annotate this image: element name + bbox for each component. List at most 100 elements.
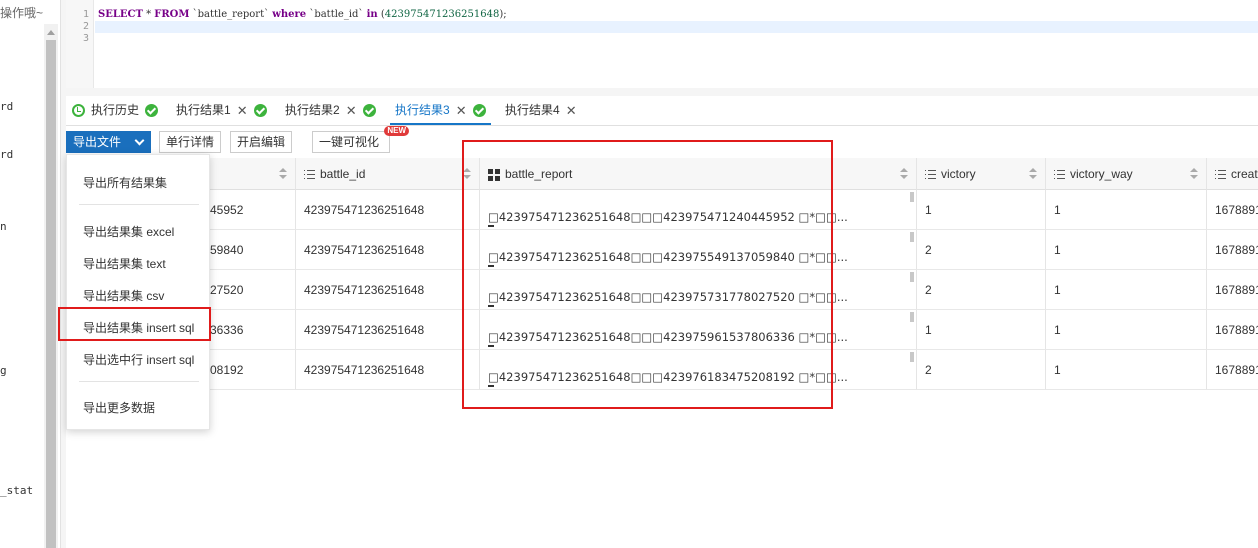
cell-scroll-indicator[interactable] [910, 312, 914, 322]
menu-divider [79, 204, 199, 205]
table-cell-victory[interactable]: 2 [917, 350, 1046, 390]
column-header-victory-way[interactable]: victory_way [1046, 158, 1207, 190]
cell-value: 08192 [210, 363, 244, 377]
visualize-button[interactable]: 一键可视化 NEW [312, 126, 409, 153]
success-icon [145, 104, 159, 118]
tab-label: 执行结果2 [285, 103, 340, 117]
tree-item[interactable]: rd [0, 100, 13, 113]
tree-item[interactable]: _stat [0, 484, 33, 497]
column-header-create[interactable]: creat [1207, 158, 1258, 190]
tree-item[interactable]: rd [0, 148, 13, 161]
table-cell-battle-id[interactable]: 423975471236251648 [296, 270, 480, 310]
scrollbar-thumb[interactable] [46, 40, 56, 548]
tab-result-4[interactable]: 执行结果4 ✕ [505, 96, 577, 125]
tab-history[interactable]: 执行历史 [72, 96, 159, 125]
table-cell-battle-id[interactable]: 423975471236251648 [296, 350, 480, 390]
sql-keyword: where [272, 9, 307, 20]
left-panel-scrollbar[interactable] [44, 24, 58, 548]
editor-resize-bar[interactable] [66, 88, 1258, 96]
app-window: 操作哦~ rd rd n g _stat 1 2 3 SELECT * FROM… [0, 0, 1258, 548]
column-header-label: victory [941, 167, 976, 181]
column-header-battle-report[interactable]: battle_report [480, 158, 917, 190]
tab-result-3[interactable]: 执行结果3 ✕ [390, 96, 491, 125]
table-cell-victory[interactable]: 2 [917, 270, 1046, 310]
sort-icon[interactable] [279, 168, 287, 180]
table-cell-victory-way[interactable]: 1 [1046, 190, 1207, 230]
grid-icon [488, 168, 500, 181]
table-cell-battle-report[interactable]: □423975471236251648□□□423975961537806336… [480, 310, 917, 350]
sql-token: ); [499, 9, 507, 20]
tree-item[interactable]: n [0, 220, 7, 233]
cell-value: 45952 [210, 203, 244, 217]
visualize-label: 一键可视化 [319, 135, 380, 149]
sort-icon[interactable] [1190, 168, 1198, 180]
line-number: 1 [82, 9, 89, 20]
table-cell-victory[interactable]: 1 [917, 190, 1046, 230]
table-cell-battle-report[interactable]: □423975471236251648□□□423975549137059840… [480, 230, 917, 270]
column-header-label: battle_id [320, 167, 366, 181]
menu-item-export-all[interactable]: 导出所有结果集 [83, 174, 167, 191]
table-cell-create[interactable]: 1678891 [1207, 270, 1258, 310]
table-cell-battle-id[interactable]: 423975471236251648 [296, 310, 480, 350]
close-icon[interactable]: ✕ [456, 96, 467, 125]
cell-scroll-indicator[interactable] [910, 232, 914, 242]
cell-overflow-mark [488, 385, 494, 387]
table-cell-create[interactable]: 1678891 [1207, 230, 1258, 270]
menu-item-export-insert-sql[interactable]: 导出结果集 insert sql [83, 319, 194, 336]
cell-value: □423975471236251648□□□423976183475208192… [488, 370, 848, 384]
line-number: 2 [82, 21, 89, 32]
close-icon[interactable]: ✕ [566, 96, 577, 125]
tab-label: 执行历史 [91, 103, 140, 117]
sql-table-name: `battle_report` [189, 9, 273, 20]
table-cell-victory-way[interactable]: 1 [1046, 310, 1207, 350]
menu-item-export-csv[interactable]: 导出结果集 csv [83, 287, 164, 304]
active-line-highlight [95, 21, 1258, 33]
table-cell-create[interactable]: 1678891 [1207, 190, 1258, 230]
table-cell-victory[interactable]: 1 [917, 310, 1046, 350]
sort-icon[interactable] [1029, 168, 1037, 180]
export-file-button[interactable]: 导出文件 [66, 131, 151, 153]
row-detail-button[interactable]: 单行详情 [159, 131, 222, 153]
sql-number: 423975471236251648 [384, 9, 500, 20]
table-cell-create[interactable]: 1678891 [1207, 310, 1258, 350]
line-number: 3 [82, 33, 89, 44]
column-header-label: creat [1231, 167, 1258, 181]
sql-line-1[interactable]: SELECT * FROM `battle_report` where `bat… [98, 9, 507, 21]
scroll-up-icon[interactable] [47, 30, 55, 35]
menu-item-export-selected-insert-sql[interactable]: 导出选中行 insert sql [83, 351, 194, 368]
menu-item-export-text[interactable]: 导出结果集 text [83, 255, 166, 272]
menu-item-export-more[interactable]: 导出更多数据 [83, 399, 155, 416]
sort-icon[interactable] [900, 168, 908, 180]
menu-item-export-excel[interactable]: 导出结果集 excel [83, 223, 174, 240]
sql-token: * [142, 9, 155, 20]
column-list-icon [925, 170, 936, 180]
cell-scroll-indicator[interactable] [910, 192, 914, 202]
cell-scroll-indicator[interactable] [910, 272, 914, 282]
table-cell-battle-report[interactable]: □423975471236251648□□□423975731778027520… [480, 270, 917, 310]
tab-label: 执行结果1 [176, 103, 231, 117]
table-cell-battle-report[interactable]: □423975471236251648□□□423976183475208192… [480, 350, 917, 390]
sql-editor[interactable]: 1 2 3 SELECT * FROM `battle_report` wher… [66, 0, 1258, 88]
enable-edit-button[interactable]: 开启编辑 [230, 131, 293, 153]
table-cell-battle-id[interactable]: 423975471236251648 [296, 230, 480, 270]
table-cell-battle-report[interactable]: □423975471236251648□□□423975471240445952… [480, 190, 917, 230]
table-cell-victory-way[interactable]: 1 [1046, 270, 1207, 310]
cell-value: □423975471236251648□□□423975961537806336… [488, 330, 848, 344]
close-icon[interactable]: ✕ [346, 96, 357, 125]
tab-result-1[interactable]: 执行结果1 ✕ [176, 96, 267, 125]
close-icon[interactable]: ✕ [237, 96, 248, 125]
column-header-label: battle_report [505, 167, 573, 181]
sort-icon[interactable] [463, 168, 471, 180]
tree-item[interactable]: g [0, 364, 7, 377]
table-cell-create[interactable]: 1678891 [1207, 350, 1258, 390]
table-cell-victory-way[interactable]: 1 [1046, 350, 1207, 390]
cell-scroll-indicator[interactable] [910, 352, 914, 362]
cell-value: 59840 [210, 243, 244, 257]
table-cell-battle-id[interactable]: 423975471236251648 [296, 190, 480, 230]
column-header-battle-id[interactable]: battle_id [296, 158, 480, 190]
tab-result-2[interactable]: 执行结果2 ✕ [285, 96, 376, 125]
table-cell-victory-way[interactable]: 1 [1046, 230, 1207, 270]
export-dropdown-menu: 导出所有结果集 导出结果集 excel 导出结果集 text 导出结果集 csv… [66, 154, 210, 430]
table-cell-victory[interactable]: 2 [917, 230, 1046, 270]
column-header-victory[interactable]: victory [917, 158, 1046, 190]
